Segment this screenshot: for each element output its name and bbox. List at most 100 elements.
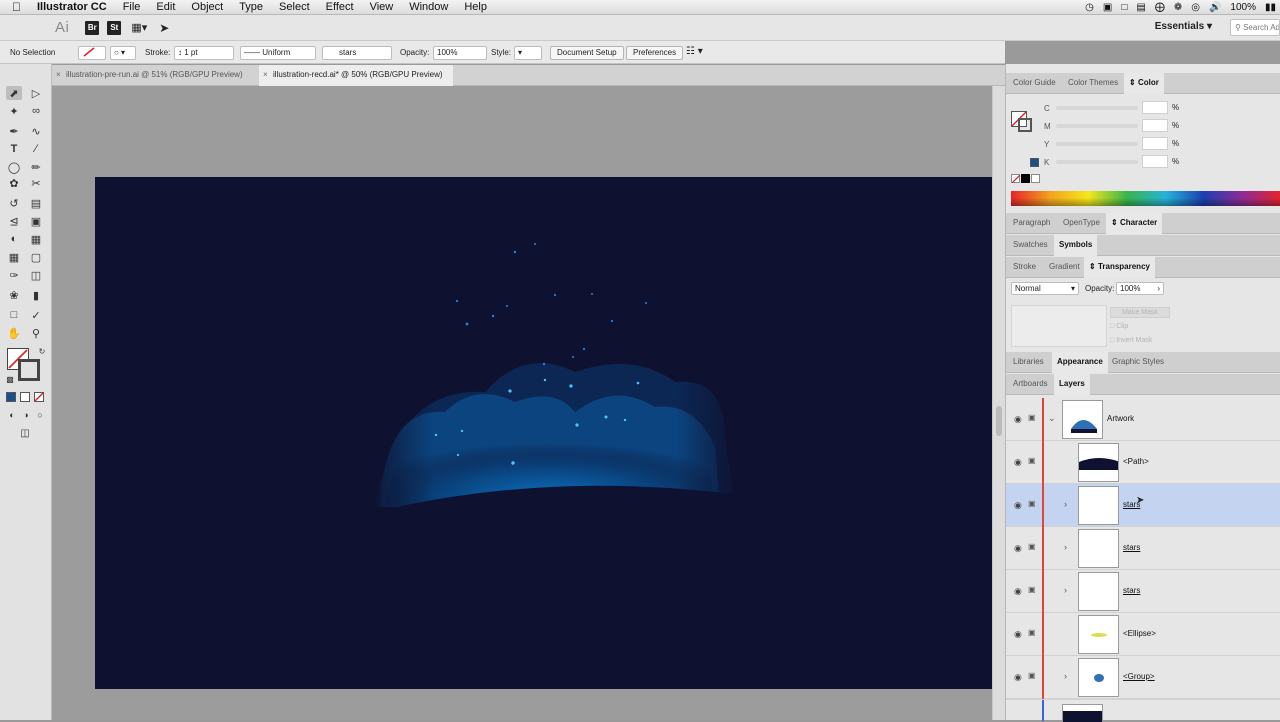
chevron-right-icon[interactable]: › xyxy=(1064,542,1067,552)
document-setup-button[interactable]: Document Setup xyxy=(550,46,624,60)
search-input[interactable]: ⚲ Search Ad xyxy=(1230,19,1280,36)
last-color-swatch[interactable] xyxy=(1030,158,1039,167)
tab-color-guide[interactable]: Color Guide xyxy=(1008,73,1061,94)
swap-colors-icon[interactable]: ↻ xyxy=(34,344,50,358)
symbol-sprayer-tool-icon[interactable]: ❀ xyxy=(6,288,22,302)
tab-appearance[interactable]: Appearance xyxy=(1052,352,1108,373)
layer-row-stars-selected[interactable]: ◉ ▣ › stars ➤ xyxy=(1006,484,1280,527)
screen-mode-icon[interactable]: ◫ xyxy=(17,426,33,440)
visibility-eye-icon[interactable]: ◉ xyxy=(1014,414,1022,425)
menu-help[interactable]: Help xyxy=(456,0,495,15)
panel-stroke-swatch[interactable] xyxy=(1018,118,1032,132)
black-slider[interactable] xyxy=(1056,160,1138,164)
wifi-icon[interactable]: ◎ xyxy=(1191,2,1200,13)
lasso-tool-icon[interactable]: ∞ xyxy=(28,104,44,118)
type-tool-icon[interactable]: T xyxy=(6,142,22,156)
layer-row-path[interactable]: ◉ ▣ <Path> xyxy=(1006,441,1280,484)
stock-button[interactable]: St xyxy=(107,20,122,35)
tab-color[interactable]: ⇕ Color xyxy=(1124,73,1164,94)
paintbrush-tool-icon[interactable]: ✏ xyxy=(28,160,44,174)
invert-mask-checkbox[interactable]: □ Invert Mask xyxy=(1110,337,1152,344)
stroke-color-swatch[interactable] xyxy=(18,359,40,381)
gradient-tool-icon[interactable]: ▢ xyxy=(28,250,44,264)
bluetooth-icon[interactable]: ❁ xyxy=(1174,2,1182,13)
blend-mode-select[interactable]: Normal ▾ xyxy=(1011,282,1079,295)
magic-wand-tool-icon[interactable]: ✦ xyxy=(6,104,22,118)
stroke-profile-select[interactable]: —— Uniform xyxy=(240,46,316,60)
tab-gradient[interactable]: Gradient xyxy=(1044,257,1085,278)
menu-object[interactable]: Object xyxy=(183,0,231,15)
visibility-eye-icon[interactable]: ◉ xyxy=(1014,500,1022,511)
color-spectrum[interactable] xyxy=(1011,191,1280,206)
mesh-tool-icon[interactable]: ▦ xyxy=(6,250,22,264)
draw-inside-icon[interactable]: ○ xyxy=(32,408,48,422)
layer-row-group[interactable]: ◉ ▣ › <Group> xyxy=(1006,656,1280,699)
tab-graphic-styles[interactable]: Graphic Styles xyxy=(1107,352,1169,373)
tab-color-themes[interactable]: Color Themes xyxy=(1063,73,1123,94)
tab-stroke[interactable]: Stroke xyxy=(1008,257,1041,278)
artboard[interactable] xyxy=(95,177,992,689)
black-swatch[interactable] xyxy=(1021,174,1030,183)
bridge-button[interactable]: Br xyxy=(85,20,100,35)
arrange-documents-icon[interactable]: ▦▾ xyxy=(131,21,147,34)
stroke-swatch[interactable]: ○ ▾ xyxy=(110,46,136,60)
gpu-performance-icon[interactable]: ➤ xyxy=(159,21,169,35)
chevron-down-icon[interactable]: ⌄ xyxy=(1048,413,1056,424)
tab-opentype[interactable]: OpenType xyxy=(1058,213,1105,234)
close-icon[interactable]: × xyxy=(56,65,61,85)
white-swatch[interactable] xyxy=(1031,174,1040,183)
lock-icon[interactable]: ▣ xyxy=(1028,413,1036,422)
lock-icon[interactable]: ▣ xyxy=(1028,499,1036,508)
gradient-mode-button[interactable] xyxy=(20,392,30,402)
clip-checkbox[interactable]: □ Clip xyxy=(1110,323,1128,330)
arrange-icon[interactable]: ☷ ▾ xyxy=(686,46,703,60)
visibility-eye-icon[interactable]: ◉ xyxy=(1014,629,1022,640)
eyedropper-tool-icon[interactable]: ✑ xyxy=(6,268,22,282)
layer-row-stars[interactable]: ◉ ▣ › stars xyxy=(1006,570,1280,613)
layer-row-stars[interactable]: ◉ ▣ › stars xyxy=(1006,527,1280,570)
artboard-tool-icon[interactable]: □ xyxy=(6,308,22,322)
direct-selection-tool-icon[interactable]: ▷ xyxy=(28,86,44,100)
black-field[interactable] xyxy=(1142,155,1168,168)
tab-layers[interactable]: Layers xyxy=(1054,374,1090,395)
column-graph-tool-icon[interactable]: ▮ xyxy=(28,288,44,302)
layer-row-partial[interactable] xyxy=(1006,699,1280,722)
color-mode-button[interactable] xyxy=(6,392,16,402)
lock-icon[interactable]: ▣ xyxy=(1028,542,1036,551)
cyan-field[interactable] xyxy=(1142,101,1168,114)
magenta-slider[interactable] xyxy=(1056,124,1138,128)
tab-symbols[interactable]: Symbols xyxy=(1054,235,1098,256)
style-select[interactable]: ▾ xyxy=(514,46,542,60)
transparency-opacity-field[interactable]: 100% › xyxy=(1116,282,1164,295)
chevron-right-icon[interactable]: › xyxy=(1064,671,1067,681)
menu-view[interactable]: View xyxy=(362,0,402,15)
curvature-tool-icon[interactable]: ∿ xyxy=(28,124,44,138)
battery-icon[interactable]: ▮▮ xyxy=(1265,2,1276,13)
pen-tool-icon[interactable]: ✒ xyxy=(6,124,22,138)
opacity-field[interactable]: 100% xyxy=(433,46,487,60)
blend-tool-icon[interactable]: ◫ xyxy=(28,268,44,282)
screen-record-icon[interactable]: ▣ xyxy=(1103,2,1112,13)
apple-logo-icon[interactable]:  xyxy=(0,0,29,15)
tab-illustration-recd[interactable]: × illustration-recd.ai* @ 50% (RGB/GPU P… xyxy=(259,65,453,86)
yellow-slider[interactable] xyxy=(1056,142,1138,146)
hand-tool-icon[interactable]: ✋ xyxy=(6,326,22,340)
window-icon[interactable]: □ xyxy=(1121,2,1127,13)
yellow-field[interactable] xyxy=(1142,137,1168,150)
menu-select[interactable]: Select xyxy=(271,0,318,15)
scroll-thumb[interactable] xyxy=(996,406,1002,436)
visibility-eye-icon[interactable]: ◉ xyxy=(1014,543,1022,554)
visibility-eye-icon[interactable]: ◉ xyxy=(1014,586,1022,597)
shaper-tool-icon[interactable]: ✿ xyxy=(6,176,22,190)
tab-illustration-pre-run[interactable]: × illustration-pre-run.ai @ 51% (RGB/GPU… xyxy=(52,65,257,86)
vertical-scrollbar[interactable] xyxy=(992,86,1005,720)
menu-effect[interactable]: Effect xyxy=(318,0,362,15)
zoom-tool-icon[interactable]: ⚲ xyxy=(28,326,44,340)
magenta-field[interactable] xyxy=(1142,119,1168,132)
slack-icon[interactable]: ⨁ xyxy=(1155,2,1165,13)
fill-swatch[interactable] xyxy=(78,46,106,60)
line-tool-icon[interactable]: ∕ xyxy=(28,142,44,156)
volume-icon[interactable]: 🔊 xyxy=(1209,2,1221,13)
default-colors-icon[interactable]: ▩ xyxy=(2,372,18,386)
visibility-eye-icon[interactable]: ◉ xyxy=(1014,672,1022,683)
